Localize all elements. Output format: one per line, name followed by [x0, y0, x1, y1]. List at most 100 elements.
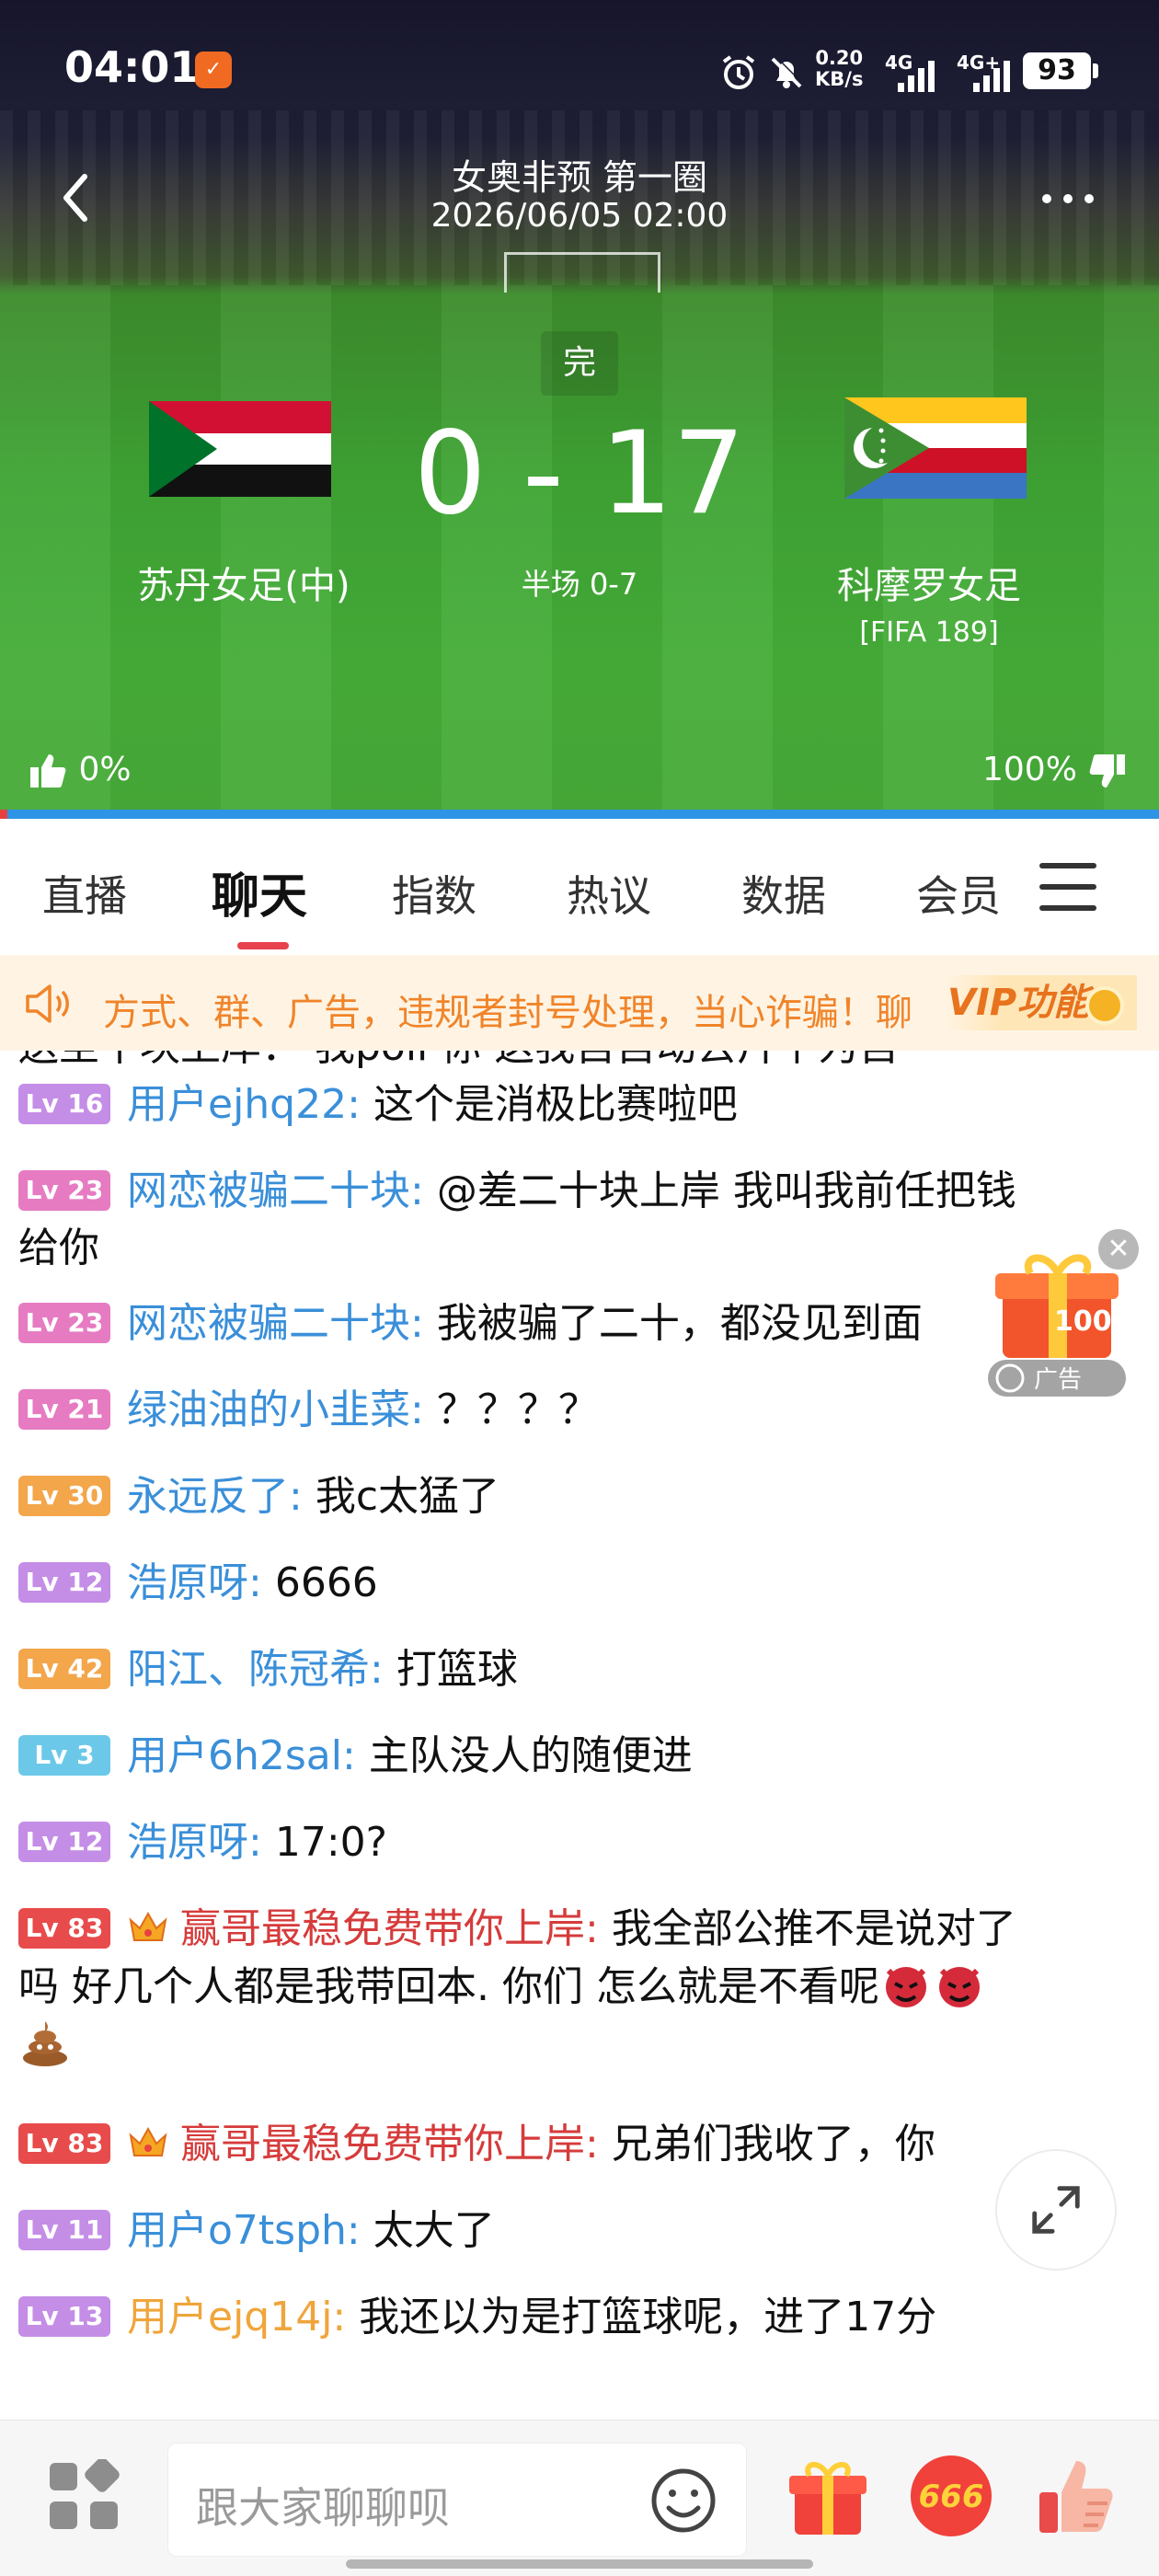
more-icon[interactable]: [1038, 180, 1098, 217]
chat-nickname[interactable]: 用户o7tsph:: [127, 2207, 361, 2254]
chat-nickname[interactable]: 浩原呀:: [127, 1559, 262, 1606]
tab-live[interactable]: 直播: [42, 863, 127, 924]
chat-text: 这个是消极比赛啦吧: [373, 1081, 738, 1128]
chat-message-partial: 送至十块上岸： 我poli 你 这我自自动去片下为自: [18, 1051, 1122, 1075]
crown-icon: [129, 2126, 167, 2156]
net-speed-unit: KB/s: [815, 68, 864, 90]
chat-input[interactable]: 跟大家聊聊呗: [167, 2443, 747, 2557]
chat-nickname[interactable]: 用户6h2sal:: [127, 1732, 356, 1779]
chat-nickname[interactable]: 赢哥最稳免费带你上岸:: [180, 1905, 599, 1952]
status-time: 04:01: [64, 42, 200, 92]
chat-message[interactable]: Lv 30 永远反了: 我c太猛了: [18, 1468, 1122, 1525]
chat-message[interactable]: Lv 12 浩原呀: 6666: [18, 1555, 1122, 1612]
tab-odds[interactable]: 指数: [392, 863, 476, 924]
tab-membership[interactable]: 会员: [916, 863, 1001, 924]
chat-message[interactable]: Lv 21 绿油油的小韭菜: ？？？？: [18, 1382, 1122, 1439]
chat-text: ？？？？: [436, 1386, 599, 1433]
vip-badge-icon: [1085, 986, 1124, 1025]
chat-message[interactable]: Lv 16 用户ejhq22: 这个是消极比赛啦吧: [18, 1076, 1122, 1133]
match-score: 0 - 17: [413, 408, 746, 540]
chat-nickname[interactable]: 网恋被骗二十块:: [127, 1300, 424, 1347]
chat-text: 太大了: [373, 2207, 495, 2254]
away-support-percent: 100%: [982, 751, 1077, 788]
chat-message[interactable]: Lv 3 用户6h2sal: 主队没人的随便进: [18, 1728, 1122, 1785]
level-badge: Lv 12: [18, 1822, 110, 1862]
chat-nickname[interactable]: 绿油油的小韭菜:: [127, 1386, 424, 1433]
chat-input-bar: 跟大家聊聊呗 666: [0, 2420, 1159, 2576]
chat-message[interactable]: Lv 83 赢哥最稳免费带你上岸: 我全部公推不是说对了吗 好几个人都是我带回本.…: [18, 1901, 1122, 2074]
chat-nickname[interactable]: 网恋被骗二十块:: [127, 1167, 424, 1214]
level-badge: Lv 3: [18, 1735, 110, 1776]
chat-message[interactable]: Lv 12 浩原呀: 17:0?: [18, 1814, 1122, 1871]
thumbs-down-icon: [1090, 754, 1126, 788]
support-bar-home: [0, 810, 7, 819]
chat-text: 我还以为是打篮球呢，进了17分: [359, 2294, 937, 2340]
back-icon[interactable]: [48, 166, 103, 230]
666-label: 666: [919, 2478, 984, 2515]
level-badge: Lv 83: [18, 1908, 110, 1949]
apps-grid-icon[interactable]: [48, 2459, 121, 2533]
chat-message[interactable]: Lv 83 赢哥最稳免费带你上岸: 兄弟们我收了，你: [18, 2116, 1122, 2173]
chat-text: 我c太猛了: [315, 1473, 500, 1520]
close-icon[interactable]: ✕: [1098, 1229, 1139, 1270]
chat-text: 打篮球: [396, 1646, 518, 1693]
chat-nickname[interactable]: 赢哥最稳免费带你上岸:: [180, 2121, 599, 2168]
chat-input-placeholder: 跟大家聊聊呗: [196, 2483, 450, 2533]
666-button[interactable]: 666: [907, 2452, 995, 2540]
chat-nickname[interactable]: 浩原呀:: [127, 1819, 262, 1866]
away-team-name[interactable]: 科摩罗女足: [791, 556, 1067, 609]
poop-emoji-icon: [23, 2021, 67, 2066]
away-team-flag: [844, 397, 1027, 499]
chat-message[interactable]: Lv 23 网恋被骗二十块: @差二十块上岸 我叫我前任把钱给你: [18, 1163, 1122, 1277]
like-icon[interactable]: [1032, 2452, 1120, 2540]
chat-nickname[interactable]: 用户ejq14j:: [127, 2294, 346, 2340]
expand-icon[interactable]: [995, 2149, 1117, 2271]
chat-nickname[interactable]: 用户ejhq22:: [127, 1081, 361, 1128]
chat-nickname[interactable]: 阳江、陈冠希:: [127, 1646, 384, 1693]
level-badge: Lv 23: [18, 1170, 110, 1211]
signal-icon-2: [973, 55, 1014, 92]
home-indicator[interactable]: [346, 2559, 813, 2569]
chat-message[interactable]: Lv 42 阳江、陈冠希: 打篮球: [18, 1641, 1122, 1698]
chat-text: @差二十块上岸 我叫我前任把钱: [436, 1167, 1016, 1214]
chat-message[interactable]: Lv 23 网恋被骗二十块: 我被骗了二十，都没见到面: [18, 1295, 1122, 1352]
alarm-icon: [722, 55, 755, 89]
active-tab-indicator: [237, 942, 289, 949]
chat-nickname[interactable]: 永远反了:: [127, 1473, 303, 1520]
thumbs-up-icon: [30, 754, 66, 788]
home-team-name[interactable]: 苏丹女足(中): [101, 556, 386, 609]
home-team-flag: [149, 401, 331, 497]
level-badge: Lv 16: [18, 1084, 110, 1124]
menu-icon[interactable]: [1039, 863, 1096, 911]
home-support[interactable]: 0%: [28, 747, 132, 793]
status-bar: 04:01 ✓ 0.20 KB/s 4G 4G+ 93: [0, 0, 1159, 138]
support-bar-away: [0, 810, 1159, 819]
ad-label: 广告: [1034, 1366, 1082, 1394]
devil-emoji-icon: [885, 1967, 926, 2007]
away-team-rank: [FIFA 189]: [859, 616, 999, 649]
match-header: 04:01 ✓ 0.20 KB/s 4G 4G+ 93 女奥非预 第一圈 202…: [0, 0, 1159, 817]
chat-text-continued: 吗 好几个人都是我带回本. 你们 怎么就是不看呢: [18, 1963, 879, 2010]
net-speed: 0.20 KB/s: [815, 48, 863, 90]
chat-text-continued: 给你: [18, 1225, 99, 1271]
chat-message[interactable]: Lv 13 用户ejq14j: 我还以为是打篮球呢，进了17分: [18, 2289, 1122, 2346]
match-datetime: 2026/06/05 02:00: [430, 197, 729, 235]
level-badge: Lv 13: [18, 2296, 110, 2337]
gift-icon[interactable]: [784, 2452, 872, 2540]
crown-icon: [129, 1911, 167, 1941]
away-support[interactable]: 100%: [982, 747, 1128, 793]
level-badge: Lv 11: [18, 2210, 110, 2250]
tab-chat[interactable]: 聊天: [212, 857, 307, 926]
chat-message[interactable]: Lv 11 用户o7tsph: 太大了: [18, 2202, 1122, 2260]
competition-title: 女奥非预 第一圈: [451, 157, 708, 198]
level-badge: Lv 83: [18, 2123, 110, 2164]
tab-stats[interactable]: 数据: [741, 863, 826, 924]
level-badge: Lv 23: [18, 1303, 110, 1343]
level-badge: Lv 30: [18, 1476, 110, 1516]
net-speed-value: 0.20: [815, 47, 864, 69]
battery-indicator: 93: [1023, 52, 1091, 89]
level-badge: Lv 42: [18, 1649, 110, 1689]
smile-icon[interactable]: [647, 2464, 720, 2537]
tab-hot-topics[interactable]: 热议: [567, 863, 651, 924]
chat-list[interactable]: 送至十块上岸： 我poli 你 这我自自动去片下为自 Lv 16 用户ejhq22…: [0, 1051, 1159, 2420]
